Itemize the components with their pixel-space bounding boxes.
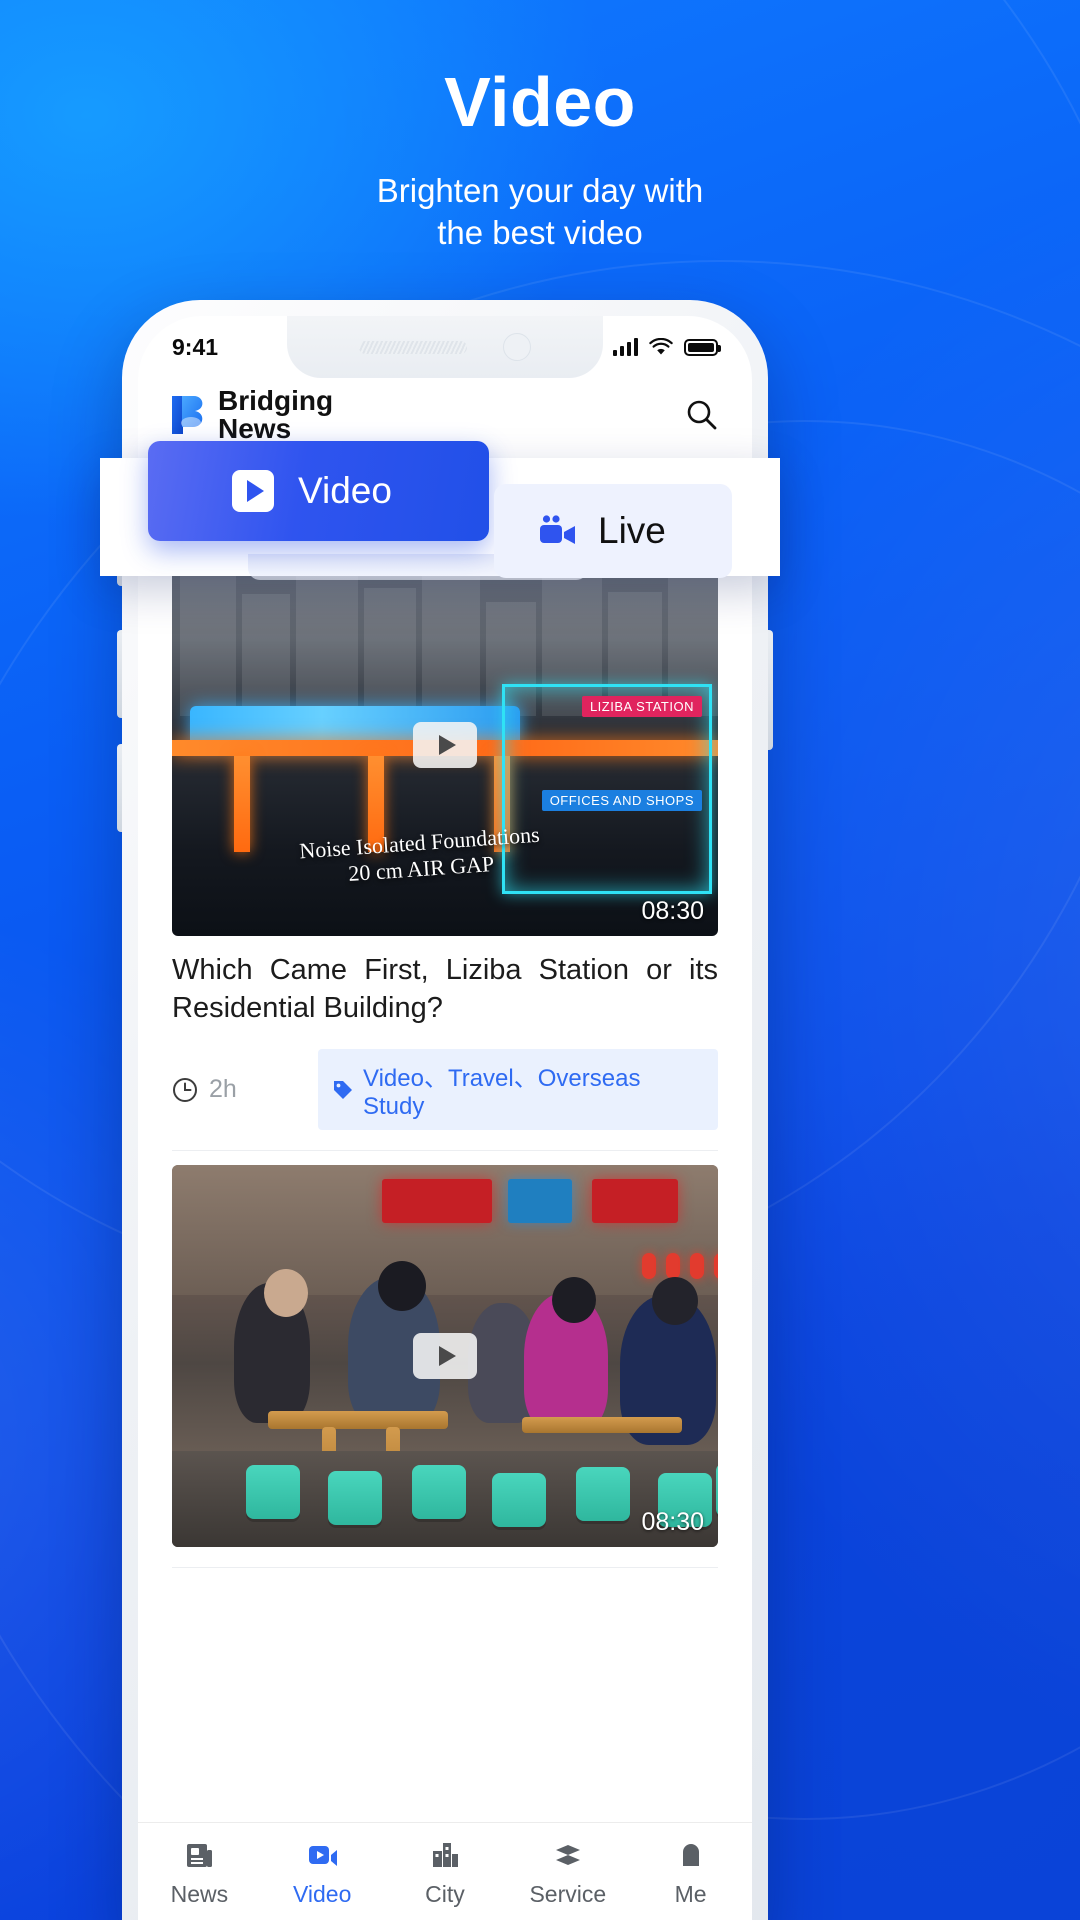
bottom-navigation-bar: News Video City Service Me bbox=[138, 1822, 752, 1920]
app-brand-name-line2: News bbox=[218, 413, 292, 444]
video-duration: 08:30 bbox=[641, 897, 704, 925]
overlay-tab-video-label: Video bbox=[298, 470, 392, 511]
nav-item-me-label: Me bbox=[674, 1881, 707, 1907]
play-icon[interactable] bbox=[413, 1333, 477, 1380]
service-icon bbox=[552, 1837, 584, 1871]
news-icon bbox=[183, 1837, 215, 1871]
video-timestamp-label: 2h bbox=[209, 1075, 237, 1104]
phone-volume-up-button bbox=[117, 630, 122, 718]
video-card[interactable]: 08:30 bbox=[172, 1151, 718, 1569]
clock-icon bbox=[172, 1077, 198, 1103]
promo-subtitle: Brighten your day with the best video bbox=[0, 170, 1080, 254]
video-title[interactable]: Which Came First, Liziba Station or its … bbox=[172, 952, 718, 1027]
overlay-tab-live[interactable]: Live bbox=[494, 484, 732, 578]
battery-full-icon bbox=[684, 338, 721, 356]
video-thumbnail[interactable]: LIZIBA STATION OFFICES AND SHOPS Noise I… bbox=[172, 554, 718, 936]
play-icon bbox=[232, 470, 274, 512]
feature-highlight-overlay: Video Live bbox=[100, 441, 780, 580]
promo-text-block: Video Brighten your day with the best vi… bbox=[0, 63, 1080, 254]
video-card[interactable]: LIZIBA STATION OFFICES AND SHOPS Noise I… bbox=[172, 540, 718, 1152]
nav-item-city[interactable]: City bbox=[384, 1837, 507, 1908]
promo-title: Video bbox=[444, 63, 636, 141]
video-icon bbox=[306, 1837, 338, 1871]
play-icon[interactable] bbox=[413, 722, 477, 768]
app-brand-name-line1: Bridging bbox=[218, 385, 334, 416]
video-timestamp: 2h bbox=[172, 1075, 237, 1104]
phone-power-button bbox=[768, 630, 773, 750]
overlay-tab-video[interactable]: Video bbox=[148, 441, 489, 541]
status-time: 9:41 bbox=[172, 333, 219, 360]
search-icon[interactable] bbox=[684, 398, 718, 432]
promo-subtitle-line2: the best video bbox=[437, 213, 643, 251]
video-tags[interactable]: Video、Travel、Overseas Study bbox=[318, 1049, 718, 1131]
live-camera-icon bbox=[538, 514, 578, 548]
nav-item-me[interactable]: Me bbox=[629, 1837, 752, 1908]
video-tags-label: Video、Travel、Overseas Study bbox=[363, 1065, 641, 1121]
nav-item-service-label: Service bbox=[529, 1881, 607, 1907]
video-meta-row: 2h Video、Travel、Overseas Study bbox=[172, 1049, 718, 1131]
wifi-icon bbox=[649, 338, 673, 356]
nav-item-video[interactable]: Video bbox=[261, 1837, 384, 1908]
nav-item-service[interactable]: Service bbox=[506, 1837, 629, 1908]
me-icon bbox=[675, 1837, 707, 1871]
video-thumbnail[interactable]: 08:30 bbox=[172, 1165, 718, 1548]
status-bar: 9:41 bbox=[138, 316, 752, 378]
promo-subtitle-line1: Brighten your day with bbox=[376, 171, 704, 209]
overlay-tab-group: Video Live bbox=[100, 441, 780, 580]
signal-bars-icon bbox=[613, 338, 638, 356]
nav-item-city-label: City bbox=[425, 1881, 465, 1907]
video-feed: LIZIBA STATION OFFICES AND SHOPS Noise I… bbox=[138, 540, 752, 1569]
phone-volume-down-button bbox=[117, 744, 122, 832]
app-brand-name: Bridging News bbox=[218, 387, 333, 443]
thumb-label-station: LIZIBA STATION bbox=[581, 696, 702, 717]
status-indicators bbox=[613, 338, 721, 356]
bridging-b-logo-icon bbox=[172, 394, 210, 436]
tag-icon bbox=[332, 1079, 354, 1101]
video-duration: 08:30 bbox=[641, 1508, 704, 1537]
thumb-label-offices: OFFICES AND SHOPS bbox=[541, 790, 702, 811]
nav-item-news[interactable]: News bbox=[138, 1837, 261, 1908]
overlay-tab-live-label: Live bbox=[598, 510, 666, 551]
app-brand: Bridging News bbox=[172, 387, 333, 443]
nav-item-news-label: News bbox=[170, 1881, 229, 1907]
nav-item-video-label: Video bbox=[292, 1881, 352, 1907]
city-icon bbox=[429, 1837, 461, 1871]
